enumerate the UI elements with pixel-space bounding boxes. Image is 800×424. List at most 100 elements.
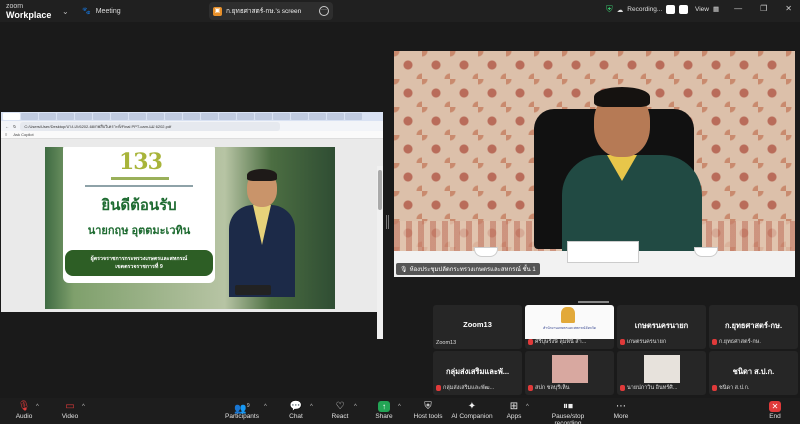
browser-tab[interactable] xyxy=(291,113,308,120)
participant-tile[interactable]: ก.ยุทธศาสตร์-กษ. ก.ยุทธศาสตร์-กษ. xyxy=(709,305,798,349)
nameplate xyxy=(567,241,639,263)
reload-icon[interactable]: ↻ xyxy=(13,124,16,129)
browser-tab[interactable] xyxy=(111,113,128,120)
browser-tab[interactable] xyxy=(93,113,110,120)
minimize-icon[interactable]: — xyxy=(734,4,742,13)
meeting-toolbar: 🎙 Audio ^ ▭ Video ^ 👥9 Participants ^ 💬 … xyxy=(0,398,800,424)
logo-ribbon xyxy=(111,177,169,180)
react-label: React xyxy=(331,413,349,420)
participant-tile[interactable]: สปก ชลบุรีเห็น xyxy=(525,351,614,395)
end-button[interactable]: ✕ End xyxy=(764,400,786,420)
react-chevron-icon[interactable]: ^ xyxy=(354,404,357,410)
view-grid-icon: ▦ xyxy=(712,6,720,13)
browser-tab[interactable] xyxy=(57,113,74,120)
chat-chevron-icon[interactable]: ^ xyxy=(310,404,313,410)
microphone-stand xyxy=(235,285,271,295)
browser-tab[interactable] xyxy=(255,113,272,120)
emblem-icon xyxy=(561,307,575,323)
maximize-icon[interactable]: ❐ xyxy=(760,4,767,13)
apps-button[interactable]: ⊞ Apps xyxy=(504,400,524,420)
copilot-button[interactable]: Ask Copilot xyxy=(13,132,33,137)
browser-tab[interactable] xyxy=(345,113,362,120)
share-tab[interactable]: ▣ ก.ยุทธศาสตร์-กษ.'s screen ··· xyxy=(209,2,333,20)
muted-mic-icon xyxy=(528,385,533,391)
browser-tab[interactable] xyxy=(39,113,56,120)
participant-tile[interactable]: ชนิดา ส.ป.ก. ชนิดา ส.ป.ก. xyxy=(709,351,798,395)
apps-chevron-icon[interactable]: ^ xyxy=(526,404,529,410)
sparkle-icon: ✦ xyxy=(467,401,477,412)
react-button[interactable]: ♡ React xyxy=(328,400,352,420)
window-controls: — ❐ ✕ xyxy=(734,4,792,13)
meeting-tab[interactable]: 🐾 Meeting xyxy=(82,7,202,16)
participant-title: ชนิดา ส.ป.ก. xyxy=(732,367,775,376)
participants-button[interactable]: 👥9 Participants xyxy=(222,400,262,420)
browser-tab[interactable] xyxy=(309,113,326,120)
welcome-heading: ยินดีต้อนรับ xyxy=(101,197,177,214)
host-tools-button[interactable]: ⛨ Host tools xyxy=(412,400,444,420)
audio-button[interactable]: 🎙 Audio xyxy=(12,400,36,420)
participant-logo: สำนักงานเกษตรและสหกรณ์จังหวัด xyxy=(525,305,614,339)
view-label: View xyxy=(695,5,709,13)
browser-tab[interactable] xyxy=(21,113,38,120)
more-options-icon[interactable]: ··· xyxy=(319,6,329,16)
recording-label: Recording... xyxy=(627,6,663,13)
participant-tile[interactable]: สำนักงานเกษตรและสหกรณ์จังหวัด ศรีบุษรังษ… xyxy=(525,305,614,349)
browser-tab[interactable] xyxy=(237,113,254,120)
browser-tab[interactable] xyxy=(75,113,92,120)
split-resize-handle[interactable] xyxy=(386,215,389,229)
participants-chevron-icon[interactable]: ^ xyxy=(264,404,267,410)
participant-name: ชนิดา ส.ป.ก. xyxy=(712,384,749,392)
stop-recording-icon[interactable] xyxy=(679,5,689,14)
browser-tab[interactable] xyxy=(3,113,20,120)
participant-name: กลุ่มส่งเสริมและพัฒ... xyxy=(436,384,494,392)
url-field[interactable]: C:/Users/User/Desktop/บาง-เก/6202-68/กพส… xyxy=(20,121,281,131)
share-chevron-icon[interactable]: ^ xyxy=(398,404,401,410)
pdf-scrollbar[interactable] xyxy=(377,166,383,339)
active-speaker-video[interactable]: 🎙 ห้องประชุมปลัดกระทรวงเกษตรและสหกรณ์ ชั้… xyxy=(394,51,795,277)
pause-recording-label: Pause/stop recording xyxy=(551,413,585,424)
pause-recording-button[interactable]: ⏸⏹ Pause/stop recording xyxy=(538,400,598,424)
guest-position: ผู้ตรวจราชการกระทรวงเกษตรและสหกรณ์ เขตตร… xyxy=(65,250,213,276)
browser-tab[interactable] xyxy=(183,113,200,120)
more-button[interactable]: ⋯ More xyxy=(610,400,632,420)
browser-tab[interactable] xyxy=(327,113,344,120)
back-icon[interactable]: ← xyxy=(5,124,9,129)
scrollbar-thumb[interactable] xyxy=(378,170,382,210)
position-line-2: เขตตรวจราชการที่ 9 xyxy=(115,264,163,270)
participant-tile[interactable]: เกษตรนครนายก เกษตรนครนายก xyxy=(617,305,706,349)
participant-name-text: กลุ่มส่งเสริมและพัฒ... xyxy=(443,385,495,391)
ai-companion-button[interactable]: ✦ AI Companion xyxy=(450,400,494,420)
participant-tile[interactable]: นายปภาวิน อินทร์ศิ... xyxy=(617,351,706,395)
browser-tab[interactable] xyxy=(201,113,218,120)
speaker-name-label: 🎙 ห้องประชุมปลัดกระทรวงเกษตรและสหกรณ์ ชั้… xyxy=(396,263,540,275)
divider xyxy=(85,185,193,187)
chevron-down-icon[interactable]: ⌄ xyxy=(62,7,78,16)
speaker-name: ห้องประชุมปลัดกระทรวงเกษตรและสหกรณ์ ชั้น… xyxy=(409,267,536,273)
pause-recording-icon[interactable] xyxy=(666,5,676,14)
gallery-resize-handle[interactable] xyxy=(578,301,609,303)
mic-muted-icon: 🎙 xyxy=(17,401,31,412)
browser-tab[interactable] xyxy=(219,113,236,120)
close-icon[interactable]: ✕ xyxy=(785,4,792,13)
paw-icon: 🐾 xyxy=(82,8,91,15)
browser-tab[interactable] xyxy=(165,113,182,120)
share-button[interactable]: ↑ Share xyxy=(372,400,396,420)
video-button[interactable]: ▭ Video xyxy=(58,400,82,420)
participant-tile[interactable]: กลุ่มส่งเสริมและพั... กลุ่มส่งเสริมและพั… xyxy=(433,351,522,395)
participant-name: Zoom13 xyxy=(436,340,456,346)
chat-button[interactable]: 💬 Chat xyxy=(284,400,308,420)
participant-name: นายปภาวิน อินทร์ศิ... xyxy=(620,384,677,392)
browser-tab[interactable] xyxy=(273,113,290,120)
audio-options-chevron-icon[interactable]: ^ xyxy=(36,404,39,410)
view-button[interactable]: View ▦ xyxy=(695,5,720,14)
shield-icon: ⛨ xyxy=(424,401,432,412)
browser-tab[interactable] xyxy=(129,113,146,120)
participant-photo xyxy=(644,355,680,383)
end-label: End xyxy=(769,413,781,420)
host-tools-label: Host tools xyxy=(413,413,443,420)
video-options-chevron-icon[interactable]: ^ xyxy=(82,404,85,410)
menu-icon[interactable]: ≡ xyxy=(5,132,7,137)
participant-tile[interactable]: Zoom13 Zoom13 xyxy=(433,305,522,349)
heart-icon: ♡ xyxy=(335,401,345,412)
browser-tab[interactable] xyxy=(147,113,164,120)
